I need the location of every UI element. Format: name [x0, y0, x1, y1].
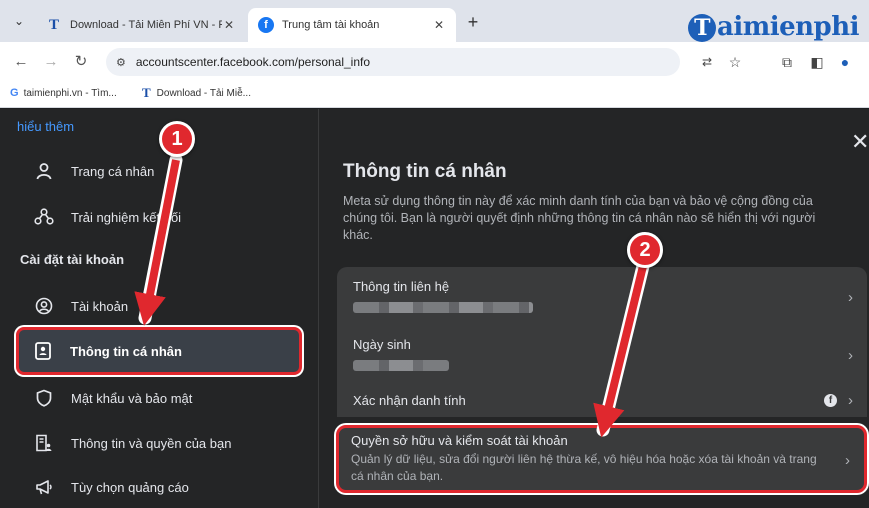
watermark-text: aimienphi: [717, 12, 860, 42]
sidebar-item-accounts[interactable]: Tài khoản: [17, 285, 301, 327]
personal-info-card: Thông tin liên hệ › Ngày sinh › Xác nhận…: [337, 267, 867, 417]
chevron-right-icon: ›: [845, 452, 850, 469]
sidebar-item-label: Thông tin cá nhân: [70, 343, 182, 359]
bookmark-label: Download - Tải Miễ...: [156, 87, 251, 99]
bookmark-label: taimienphi.vn - Tìm...: [23, 87, 117, 99]
page-description: Meta sử dụng thông tin này để xác minh d…: [343, 194, 816, 242]
side-panel-icon[interactable]: ◧: [806, 51, 828, 73]
sidebar-item-info-permissions[interactable]: Thông tin và quyền của bạn: [17, 422, 301, 464]
sidebar-item-ad-preferences[interactable]: Tùy chọn quảng cáo: [17, 466, 301, 508]
sidebar-item-connected-experiences[interactable]: Trải nghiệm kết nối: [17, 196, 301, 238]
back-button[interactable]: ←: [10, 51, 32, 73]
bookmarks-bar: G taimienphi.vn - Tìm... T Download - Tả…: [0, 80, 869, 108]
tab-search-button[interactable]: ⌄: [8, 10, 30, 32]
google-icon: G: [10, 87, 19, 99]
connected-experience-icon: [33, 206, 55, 228]
bookmark-item[interactable]: G taimienphi.vn - Tìm...: [10, 87, 117, 99]
site-info-icon[interactable]: ⚙: [116, 56, 126, 69]
learn-more-link[interactable]: hiểu thêm: [17, 119, 74, 134]
taimienphi-icon: T: [142, 85, 151, 100]
account-icon: [33, 295, 55, 317]
sidebar-item-label: Tài khoản: [71, 298, 129, 314]
chevron-right-icon: ›: [848, 347, 853, 364]
reload-button[interactable]: ↻: [70, 51, 92, 73]
sidebar-item-password-security[interactable]: Mật khẩu và bảo mật: [17, 377, 301, 419]
step-1-badge: 1: [159, 121, 195, 157]
close-icon[interactable]: ✕: [851, 129, 869, 155]
forward-button[interactable]: →: [40, 51, 62, 73]
person-icon: [33, 160, 55, 182]
sidebar-item-label: Thông tin và quyền của bạn: [71, 435, 232, 451]
ownership-control-content: Quyền sở hữu và kiểm soát tài khoản Quản…: [339, 428, 864, 490]
bookmark-item[interactable]: T Download - Tải Miễ...: [142, 85, 251, 101]
address-bar[interactable]: ⚙ accountscenter.facebook.com/personal_i…: [106, 48, 680, 76]
page-title: Thông tin cá nhân: [343, 161, 507, 182]
facebook-icon: f: [824, 393, 837, 407]
url-text: accountscenter.facebook.com/personal_inf…: [135, 55, 371, 69]
facebook-favicon-icon: f: [258, 17, 274, 33]
translate-icon[interactable]: ⇄: [696, 51, 718, 73]
sidebar-item-label: Tùy chọn quảng cáo: [71, 479, 189, 495]
browser-toolbar: ← → ↻ ⚙ accountscenter.facebook.com/pers…: [0, 42, 869, 80]
extensions-icon[interactable]: ⧉: [776, 51, 798, 73]
row-label: Thông tin liên hệ: [353, 279, 450, 294]
tab-title: Trung tâm tài khoản: [282, 19, 380, 31]
tab-strip: ⌄ T Download - Tải Miễn Phí VN - Ph ✕ f …: [0, 0, 869, 42]
birthday-row[interactable]: Ngày sinh ›: [337, 325, 867, 383]
close-tab-icon[interactable]: ✕: [432, 18, 446, 32]
blurred-contact-value: [353, 302, 533, 313]
step-2-badge: 2: [627, 232, 663, 268]
tab-accounts-center[interactable]: f Trung tâm tài khoản ✕: [248, 8, 456, 42]
sidebar-item-label: Trải nghiệm kết nối: [71, 209, 182, 225]
account-settings-heading: Cài đặt tài khoản: [20, 252, 125, 267]
id-card-icon: [32, 340, 54, 362]
sidebar-item-personal-details[interactable]: Thông tin cá nhân: [16, 327, 302, 375]
row-sublabel: Quản lý dữ liệu, sửa đổi người liên hệ t…: [351, 452, 817, 483]
close-tab-icon[interactable]: ✕: [222, 18, 236, 32]
chevron-right-icon: ›: [848, 391, 853, 409]
blurred-birthday-value: [353, 360, 449, 371]
sidebar-item-label: Mật khẩu và bảo mật: [71, 390, 193, 406]
identity-confirmation-row[interactable]: Xác nhận danh tính f ›: [337, 383, 867, 417]
profile-avatar-icon[interactable]: ●: [834, 51, 856, 73]
accounts-center-sidebar: hiểu thêm Trang cá nhân Trải nghiệm kết …: [0, 109, 318, 508]
tab-download[interactable]: T Download - Tải Miễn Phí VN - Ph ✕: [36, 8, 246, 42]
taimienphi-watermark-logo: Taimienphi: [688, 12, 860, 42]
taimienphi-favicon-icon: T: [48, 16, 59, 33]
megaphone-icon: [33, 476, 55, 498]
row-label: Xác nhận danh tính: [353, 392, 466, 408]
personal-details-panel: ✕ Thông tin cá nhân Meta sử dụng thông t…: [318, 109, 869, 508]
contact-info-row[interactable]: Thông tin liên hệ ›: [337, 267, 867, 325]
sidebar-item-profile[interactable]: Trang cá nhân: [17, 150, 301, 192]
row-label: Quyền sở hữu và kiểm soát tài khoản: [351, 433, 568, 448]
tab-title: Download - Tải Miễn Phí VN - Ph: [70, 19, 222, 31]
bookmark-star-icon[interactable]: ☆: [724, 51, 746, 73]
ownership-control-row[interactable]: Quyền sở hữu và kiểm soát tài khoản Quản…: [336, 425, 867, 493]
info-permissions-icon: [33, 432, 55, 454]
chevron-right-icon: ›: [848, 289, 853, 306]
new-tab-button[interactable]: +: [462, 12, 484, 32]
sidebar-item-label: Trang cá nhân: [71, 163, 155, 179]
row-label: Ngày sinh: [353, 337, 411, 352]
shield-icon: [33, 387, 55, 409]
